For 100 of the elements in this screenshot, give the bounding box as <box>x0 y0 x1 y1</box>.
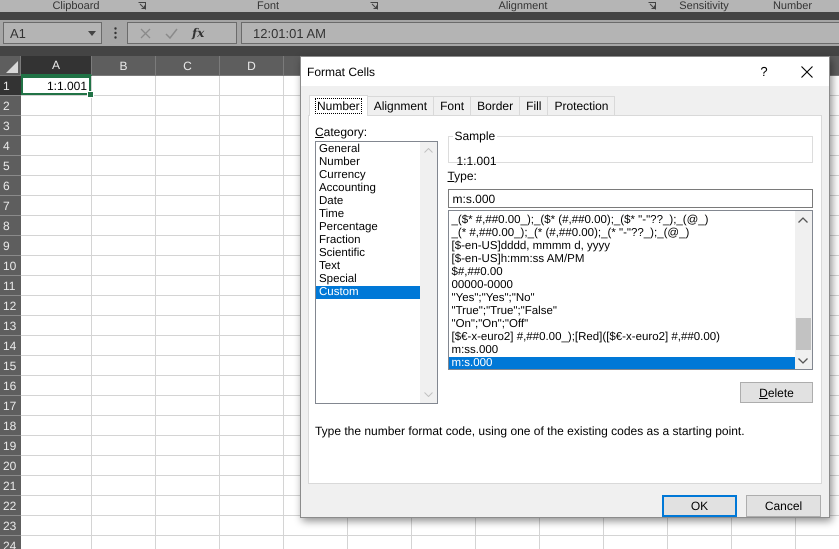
cell[interactable] <box>92 296 156 316</box>
cell[interactable] <box>156 376 220 396</box>
format-code-item[interactable]: [$€-x-euro2] #,##0.00_);[Red]([$€-x-euro2] #,##0.00) <box>448 331 795 344</box>
more-options-icon[interactable] <box>114 27 117 39</box>
scrollbar-thumb[interactable] <box>796 318 811 350</box>
cell[interactable] <box>92 496 156 516</box>
cell[interactable] <box>156 176 220 196</box>
cell[interactable] <box>156 516 220 536</box>
cell[interactable] <box>220 516 284 536</box>
cell[interactable] <box>156 356 220 376</box>
cell[interactable] <box>220 136 284 156</box>
row-header[interactable]: 21 <box>0 476 21 496</box>
cell[interactable] <box>92 196 156 216</box>
format-code-item[interactable]: [$-en-US]dddd, mmmm d, yyyy <box>448 240 795 254</box>
cell[interactable] <box>156 116 220 136</box>
category-item[interactable]: Currency <box>316 169 420 182</box>
close-icon[interactable] <box>801 66 813 78</box>
cell[interactable] <box>21 136 92 156</box>
row-header[interactable]: 7 <box>0 196 21 216</box>
row-header[interactable]: 23 <box>0 516 21 536</box>
cell[interactable] <box>21 316 92 336</box>
cell[interactable] <box>92 476 156 496</box>
cell[interactable] <box>21 156 92 176</box>
row-header[interactable]: 20 <box>0 456 21 476</box>
cell[interactable] <box>156 396 220 416</box>
format-code-list[interactable] <box>448 210 813 370</box>
cell[interactable] <box>92 116 156 136</box>
format-code-item[interactable]: m:ss.000 <box>448 344 795 358</box>
cell[interactable] <box>92 336 156 356</box>
cell[interactable] <box>92 456 156 476</box>
cell[interactable] <box>92 376 156 396</box>
cell[interactable] <box>156 456 220 476</box>
row-header[interactable]: 3 <box>0 116 21 136</box>
category-item[interactable]: Fraction <box>316 234 420 248</box>
cell[interactable] <box>92 356 156 376</box>
cell[interactable] <box>220 376 284 396</box>
format-code-item[interactable]: [$-en-US]h:mm:ss AM/PM <box>448 253 795 266</box>
cell[interactable] <box>92 256 156 276</box>
category-item[interactable]: General <box>316 143 420 156</box>
row-header[interactable]: 4 <box>0 136 21 156</box>
dialog-launcher-icon[interactable] <box>648 2 656 10</box>
cell[interactable] <box>92 76 156 96</box>
category-item[interactable]: Time <box>316 208 420 222</box>
delete-button[interactable]: Delete <box>740 382 813 404</box>
cell[interactable] <box>220 256 284 276</box>
cell[interactable] <box>220 496 284 516</box>
column-header[interactable]: A <box>21 56 92 76</box>
cell[interactable] <box>21 176 92 196</box>
cell[interactable] <box>92 236 156 256</box>
cell[interactable] <box>220 296 284 316</box>
cell[interactable] <box>220 276 284 296</box>
category-item[interactable]: Accounting <box>316 182 420 196</box>
cell[interactable] <box>92 176 156 196</box>
format-code-item[interactable]: 00000-0000 <box>448 279 795 292</box>
row-header[interactable]: 6 <box>0 176 21 196</box>
category-item[interactable]: Scientific <box>316 247 420 260</box>
row-header[interactable]: 12 <box>0 296 21 316</box>
cell[interactable] <box>220 456 284 476</box>
scroll-up-icon[interactable] <box>798 217 808 224</box>
row-header[interactable]: 2 <box>0 96 21 116</box>
cell[interactable] <box>21 356 92 376</box>
cancel-button[interactable]: Cancel <box>746 495 821 517</box>
row-header[interactable]: 18 <box>0 416 21 436</box>
cell[interactable] <box>156 196 220 216</box>
scrollbar[interactable] <box>795 211 812 370</box>
category-item[interactable]: Custom <box>316 286 420 300</box>
cell[interactable] <box>156 336 220 356</box>
cell[interactable] <box>156 296 220 316</box>
row-header[interactable]: 11 <box>0 276 21 296</box>
cell[interactable] <box>220 96 284 116</box>
scroll-down-icon[interactable] <box>798 358 808 364</box>
category-item[interactable]: Text <box>316 260 420 274</box>
fill-handle-icon[interactable] <box>87 91 94 98</box>
cell[interactable] <box>92 416 156 436</box>
cell[interactable] <box>220 396 284 416</box>
cell[interactable] <box>220 196 284 216</box>
cell[interactable] <box>156 256 220 276</box>
dialog-launcher-icon[interactable] <box>138 2 146 10</box>
ok-button[interactable]: OK <box>662 495 737 517</box>
cell[interactable] <box>156 436 220 456</box>
cell[interactable] <box>21 196 92 216</box>
cell[interactable] <box>92 96 156 116</box>
cell[interactable] <box>220 216 284 236</box>
tab[interactable]: Alignment <box>366 96 434 116</box>
cell[interactable] <box>21 236 92 256</box>
cancel-icon[interactable] <box>140 28 151 38</box>
cell[interactable] <box>156 156 220 176</box>
format-code-item[interactable]: m:s.000 <box>448 357 795 370</box>
cell[interactable] <box>156 216 220 236</box>
cell[interactable] <box>156 496 220 516</box>
column-header[interactable]: D <box>220 56 284 76</box>
row-header[interactable]: 8 <box>0 216 21 236</box>
cell[interactable] <box>220 476 284 496</box>
row-header[interactable]: 10 <box>0 256 21 276</box>
cell[interactable] <box>92 276 156 296</box>
help-button[interactable]: ? <box>757 64 771 80</box>
cell[interactable] <box>220 76 284 96</box>
cell[interactable] <box>21 96 92 116</box>
cell[interactable] <box>21 456 92 476</box>
cell[interactable] <box>156 96 220 116</box>
